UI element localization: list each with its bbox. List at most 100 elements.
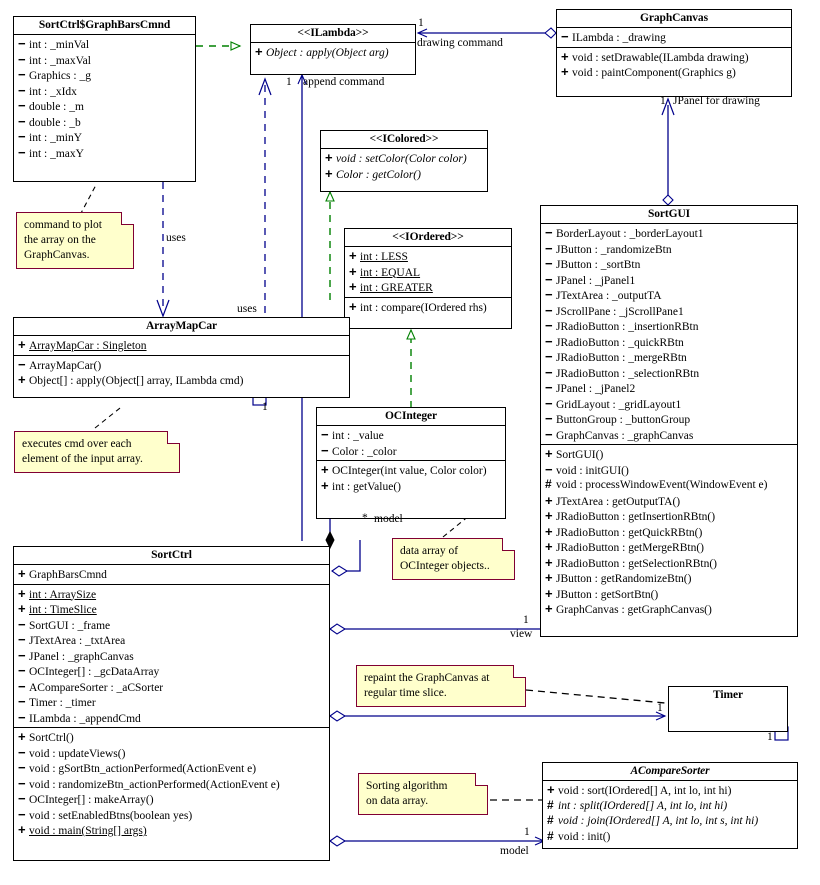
member-text: int : EQUAL — [360, 266, 421, 279]
member-text: int : _minVal — [29, 39, 90, 51]
class-title-sortgui: SortGUI — [541, 206, 797, 224]
composition-ocinteger-sortctrl — [325, 518, 335, 550]
class-box-icolored[interactable]: <<IColored>> + void : setColor(Color colo… — [320, 130, 488, 192]
edge-label-jpanel-for-drawing: JPanel for drawing — [673, 95, 760, 107]
method-row: − OCInteger[] : makeArray() — [16, 791, 327, 807]
class-constants-iordered: + int : LESS + int : EQUAL + int : GREATER — [345, 247, 511, 298]
visibility-marker: + — [545, 539, 553, 554]
class-box-iordered[interactable]: <<IOrdered>> + int : LESS + int : EQUAL + int… — [344, 228, 512, 329]
class-box-sortgui[interactable]: SortGUI − BorderLayout : _borderLayout1− J… — [540, 205, 798, 637]
visibility-marker: + — [321, 477, 329, 493]
method-row: − void : randomizeBtn_actionPerformed(Act… — [16, 776, 327, 792]
method-row: # void : join(IOrdered[] A, int lo, int s… — [545, 813, 795, 829]
class-attributes-sortgui: − BorderLayout : _borderLayout1− JButton :… — [541, 224, 797, 445]
attribute-row: − JTextArea : _txtArea — [16, 632, 327, 648]
member-text: JRadioButton : getInsertionRBtn() — [556, 511, 716, 523]
attribute-row: − Color : _color — [319, 443, 503, 459]
visibility-marker: + — [545, 554, 553, 570]
member-text: SortCtrl() — [29, 732, 74, 744]
visibility-marker: + — [18, 601, 26, 616]
method-row: # void : processWindowEvent(WindowEvent e… — [543, 477, 795, 493]
attribute-row: − GridLayout : _gridLayout1 — [543, 396, 795, 412]
visibility-marker: − — [561, 29, 569, 44]
attribute-row: − int : _maxVal — [16, 52, 193, 68]
class-box-acomparesorter[interactable]: ACompareSorter + void : sort(IOrdered[] A… — [542, 762, 798, 849]
class-box-graphcanvas[interactable]: GraphCanvas − ILambda : _drawing + void : … — [556, 9, 792, 97]
visibility-marker: + — [349, 263, 357, 279]
visibility-marker: # — [547, 797, 554, 812]
member-text: double : _m — [29, 101, 84, 113]
note-line: the array on the — [24, 234, 96, 246]
class-title-acomparesorter: ACompareSorter — [543, 763, 797, 781]
member-text: Object[] : apply(Object[] array, ILambda… — [29, 375, 244, 387]
visibility-marker: − — [18, 663, 26, 678]
member-text: int : _maxY — [29, 147, 84, 160]
visibility-marker: − — [545, 426, 553, 442]
visibility-marker: − — [18, 744, 26, 760]
member-text: int : ArraySize — [29, 588, 97, 601]
method-row: # void : init() — [545, 829, 795, 845]
member-text: int : _minY — [29, 132, 83, 144]
member-text: void : gSortBtn_actionPerformed(ActionEv… — [29, 763, 257, 775]
attribute-row: − int : _xIdx — [16, 83, 193, 99]
member-text: JRadioButton : _quickRBtn — [556, 336, 684, 349]
class-box-sortctrl[interactable]: SortCtrl + GraphBarsCmnd + int : ArraySize… — [13, 546, 330, 861]
member-text: int : getValue() — [332, 480, 401, 493]
member-text: int : TimeSlice — [29, 604, 97, 616]
method-row: + JRadioButton : getInsertionRBtn() — [543, 508, 795, 524]
member-text: ArrayMapCar : Singleton — [29, 340, 147, 352]
note-line: element of the input array. — [22, 453, 143, 465]
class-box-graphbarscmnd[interactable]: SortCtrl$GraphBarsCmnd − int : _minVal − in… — [13, 16, 196, 182]
method-row: − void : gSortBtn_actionPerformed(ActionE… — [16, 760, 327, 776]
visibility-marker: # — [547, 828, 554, 843]
visibility-marker: − — [545, 240, 553, 256]
attribute-row: − GraphCanvas : _graphCanvas — [543, 427, 795, 443]
class-box-ocinteger[interactable]: OCInteger − int : _value − Color : _color +… — [316, 407, 506, 519]
member-text: int : _xIdx — [29, 85, 77, 98]
class-box-ilambda[interactable]: <<ILambda>> + Object : apply(Object arg) — [250, 24, 416, 75]
visibility-marker: − — [545, 318, 553, 333]
visibility-marker: − — [18, 616, 26, 632]
visibility-marker: − — [545, 411, 553, 426]
method-row: # int : split(IOrdered[] A, int lo, int h… — [545, 798, 795, 814]
member-text: OCInteger[] : _gcDataArray — [29, 666, 160, 678]
visibility-marker: + — [321, 462, 329, 477]
method-row: + int : compare(IOrdered rhs) — [347, 299, 509, 315]
visibility-marker: − — [545, 333, 553, 349]
member-text: JTextArea : _outputTA — [556, 290, 662, 302]
attribute-row: − JRadioButton : _quickRBtn — [543, 334, 795, 350]
attribute-row: − JPanel : _jPanel2 — [543, 380, 795, 396]
visibility-marker: + — [349, 279, 357, 294]
edge-label-model-star: * — [362, 512, 368, 524]
visibility-marker: − — [18, 806, 26, 822]
member-text: int : GREATER — [360, 282, 433, 294]
class-box-arraymapcar[interactable]: ArrayMapCar + ArrayMapCar : Singleton − Ar… — [13, 317, 350, 398]
member-text: void : setEnabledBtns(boolean yes) — [29, 809, 193, 822]
edge-label-view: view — [510, 628, 533, 640]
constant-row: + int : GREATER — [347, 279, 509, 295]
member-text: int : compare(IOrdered rhs) — [360, 301, 487, 314]
attribute-row: − JButton : _randomizeBtn — [543, 241, 795, 257]
visibility-marker: − — [545, 461, 553, 477]
member-text: SortGUI() — [556, 449, 604, 461]
member-text: ArrayMapCar() — [29, 359, 102, 372]
visibility-marker: + — [545, 601, 553, 616]
class-methods-sortctrl: + SortCtrl() − void : updateViews() − void : … — [14, 728, 329, 840]
attribute-row: − double : _b — [16, 114, 193, 130]
member-text: void : setDrawable(ILambda drawing) — [572, 51, 749, 64]
class-title-graphcanvas: GraphCanvas — [557, 10, 791, 28]
class-title-icolored: <<IColored>> — [321, 131, 487, 149]
constant-row: + int : EQUAL — [347, 264, 509, 280]
class-box-timer[interactable]: Timer — [668, 686, 788, 732]
visibility-marker: + — [545, 570, 553, 585]
note-line: GraphCanvas. — [24, 249, 90, 261]
visibility-marker: − — [545, 395, 553, 411]
attribute-row: + ArrayMapCar : Singleton — [16, 337, 347, 353]
member-text: ACompareSorter : _aCSorter — [29, 681, 164, 694]
note-line: executes cmd over each — [22, 438, 132, 450]
note-repaint-timer: repaint the GraphCanvas at regular time … — [356, 665, 526, 707]
member-text: int : _maxVal — [29, 54, 91, 67]
class-attributes-ocinteger: − int : _value − Color : _color — [317, 426, 505, 461]
member-text: Color : _color — [332, 445, 397, 458]
note-line: regular time slice. — [364, 687, 447, 699]
